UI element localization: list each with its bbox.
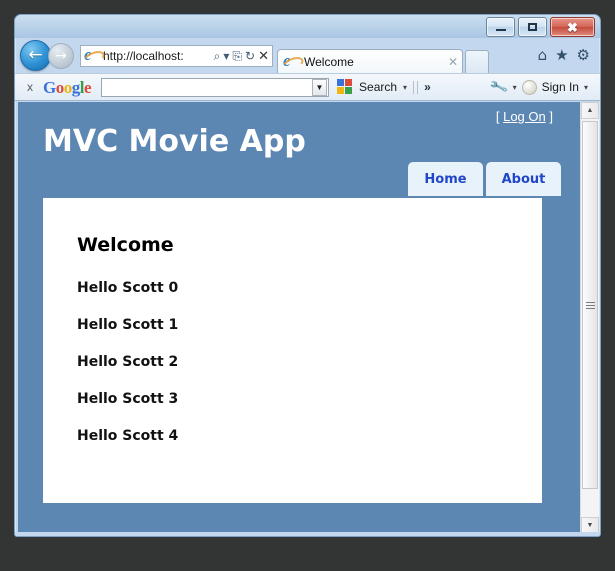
google-toolbar-right: 🔧 ▾ Sign In ▾ <box>489 77 592 98</box>
browser-window: ✖ ← → http://localhost: ⌕ ▾ ⎘ ↻ ✕ Welcom… <box>14 14 601 537</box>
address-bar[interactable]: http://localhost: ⌕ ▾ ⎘ ↻ ✕ <box>80 44 273 67</box>
toolbar-close-icon[interactable]: x <box>23 80 37 94</box>
back-button[interactable]: ← <box>20 40 51 71</box>
back-arrow-icon: ← <box>28 45 43 65</box>
list-item: Hello Scott 3 <box>77 391 179 407</box>
welcome-heading: Welcome <box>77 234 174 256</box>
tab-welcome[interactable]: Welcome ✕ <box>277 49 463 73</box>
nav-item-about[interactable]: About <box>486 162 561 196</box>
list-item: Hello Scott 1 <box>77 317 179 333</box>
tab-strip: Welcome ✕ <box>277 38 489 73</box>
scrollbar-thumb[interactable] <box>582 121 598 489</box>
forward-button[interactable]: → <box>48 42 74 69</box>
navigation-row: ← → http://localhost: ⌕ ▾ ⎘ ↻ ✕ Welcome … <box>15 38 600 73</box>
scrollbar-track[interactable] <box>581 119 599 517</box>
sign-in-caret-icon[interactable]: ▾ <box>584 83 588 92</box>
nav-item-home[interactable]: Home <box>408 162 483 196</box>
logon-bracket-close: ] <box>549 109 553 124</box>
forward-arrow-icon: → <box>55 47 67 64</box>
tab-close-icon[interactable]: ✕ <box>448 56 458 68</box>
scroll-up-icon: ▲ <box>586 107 594 114</box>
scrollbar-grip-icon <box>585 301 595 309</box>
page-title: MVC Movie App <box>43 124 306 159</box>
vertical-scrollbar[interactable]: ▲ ▼ <box>580 102 599 534</box>
list-item: Hello Scott 4 <box>77 428 179 444</box>
nav-item-about-label: About <box>501 171 546 187</box>
logo-char-o2: o <box>63 77 73 97</box>
google-search-caret-icon[interactable]: ▾ <box>403 83 407 92</box>
favorites-star-icon[interactable]: ★ <box>555 48 568 63</box>
ie-logo-icon <box>84 45 100 65</box>
list-item: Hello Scott 2 <box>77 354 179 370</box>
url-text[interactable]: http://localhost: <box>103 49 211 63</box>
toolbar-grip-handle[interactable] <box>413 80 419 94</box>
home-icon[interactable]: ⌂ <box>538 48 548 63</box>
logon-bracket-open: [ <box>495 109 500 124</box>
title-bar[interactable]: ✖ <box>15 15 600 38</box>
status-strip <box>15 532 600 536</box>
compatibility-view-icon[interactable]: ⎘ <box>232 50 242 62</box>
google-logo: Google <box>43 77 92 97</box>
new-tab-button[interactable] <box>465 50 489 73</box>
google-search-dropdown-icon[interactable]: ▼ <box>312 78 328 96</box>
content-inner: Welcome Hello Scott 0 Hello Scott 1 Hell… <box>43 198 542 444</box>
scroll-up-button[interactable]: ▲ <box>581 102 599 119</box>
logon-section: [ Log On ] <box>496 109 553 124</box>
refresh-icon[interactable]: ↻ <box>245 50 255 62</box>
wrench-caret-icon[interactable]: ▾ <box>513 83 517 92</box>
logo-char-e: e <box>83 77 92 97</box>
google-search-input[interactable]: ▼ <box>101 77 330 97</box>
toolbar-overflow-icon[interactable]: » <box>424 80 431 94</box>
window-controls: ✖ <box>486 17 595 37</box>
logo-char-g2: g <box>71 77 81 97</box>
stop-icon[interactable]: ✕ <box>258 49 269 62</box>
gear-icon[interactable]: ⚙ <box>577 48 590 63</box>
web-page: [ Log On ] MVC Movie App Home About Welc… <box>18 102 581 534</box>
google-search-label[interactable]: Search <box>359 80 397 94</box>
google-search-button-icon[interactable] <box>337 79 353 95</box>
google-toolbar: x Google ▼ Search ▾ » 🔧 ▾ Sign In ▾ <box>15 73 600 101</box>
main-nav: Home About <box>408 162 561 196</box>
nav-item-home-label: Home <box>424 171 467 187</box>
tab-favicon-icon <box>283 51 299 71</box>
logon-link[interactable]: Log On <box>503 109 546 124</box>
tab-title: Welcome <box>304 54 354 69</box>
command-bar: ⌂ ★ ⚙ <box>538 48 600 63</box>
content-box: Welcome Hello Scott 0 Hello Scott 1 Hell… <box>43 198 542 503</box>
close-icon: ✖ <box>567 19 578 35</box>
wrench-icon[interactable]: 🔧 <box>489 77 510 98</box>
maximize-icon <box>528 23 537 31</box>
logo-char-o1: o <box>55 77 65 97</box>
logo-char-g1: G <box>43 77 56 97</box>
scroll-down-icon: ▼ <box>586 522 594 529</box>
chevron-down-icon[interactable]: ▾ <box>223 50 229 62</box>
close-button[interactable]: ✖ <box>550 17 595 37</box>
minimize-button[interactable] <box>486 17 515 37</box>
search-icon[interactable]: ⌕ <box>214 50 221 62</box>
maximize-button[interactable] <box>518 17 547 37</box>
minimize-icon <box>495 29 506 31</box>
page-viewport: [ Log On ] MVC Movie App Home About Welc… <box>18 102 599 534</box>
avatar <box>521 79 537 95</box>
sign-in-label[interactable]: Sign In <box>542 80 579 94</box>
list-item: Hello Scott 0 <box>77 280 179 296</box>
